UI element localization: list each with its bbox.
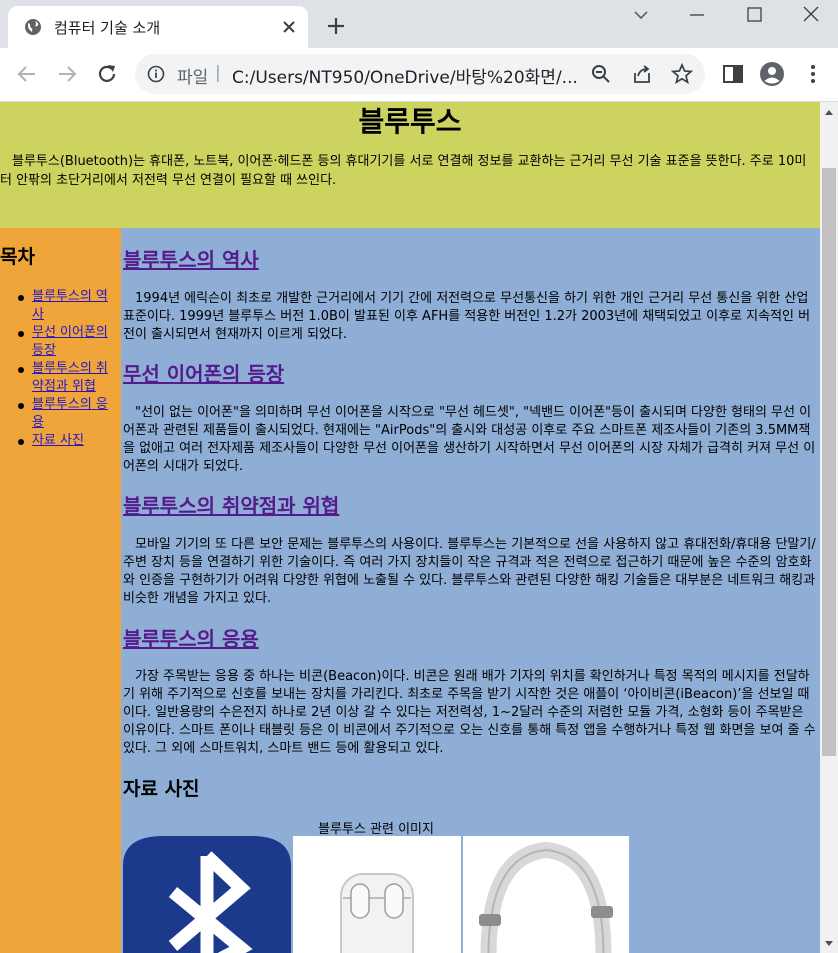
browser-toolbar: 파일 | C:/Users/NT950/OneDrive/바탕%20화면/... [0,48,838,102]
section-heading-earphones: 무선 이어폰의 등장 [123,362,285,386]
zoom-icon[interactable] [590,63,612,85]
scroll-down-arrow-icon[interactable] [820,935,838,953]
page-title: 블루투스 [358,105,462,138]
url-text[interactable]: C:/Users/NT950/OneDrive/바탕%20화면/... [232,63,577,88]
info-icon[interactable] [147,65,165,83]
main-content: 블루투스의 역사 1994년 에릭슨이 최초로 개발한 근거리에서 기기 간에 … [121,228,820,953]
toc-link-history[interactable]: 블루투스의 역사 [32,289,108,322]
profile-avatar-icon[interactable] [759,61,785,87]
toc-heading: 목차 [0,246,35,268]
headphones-icon [463,836,629,953]
page-header: 블루투스 블루투스(Bluetooth)는 휴대폰, 노트북, 이어폰·헤드폰 … [0,102,820,228]
tab-strip: 컴퓨터 기술 소개 [0,0,838,48]
close-tab-icon[interactable] [278,16,300,38]
toc-item: 블루투스의 응용 [14,396,119,432]
scheme-label: 파일 [177,68,209,88]
side-panel-icon[interactable] [720,61,746,87]
globe-icon [25,19,41,35]
vertical-scrollbar[interactable] [820,102,838,953]
section-body-history: 1994년 에릭슨이 최초로 개발한 근거리에서 기기 간에 저전력으로 무선통… [123,291,811,342]
gallery-caption: 블루투스 관련 이미지 [318,822,434,837]
minimize-icon[interactable] [682,4,712,26]
browser-tab[interactable]: 컴퓨터 기술 소개 [8,6,308,48]
page-viewport: 블루투스 블루투스(Bluetooth)는 휴대폰, 노트북, 이어폰·헤드폰 … [0,102,820,953]
airpods-image [293,836,461,953]
headphones-image [463,836,629,953]
airpods-case-icon [293,836,461,953]
tab-search-icon[interactable] [626,4,656,26]
section-heading-applications: 블루투스의 응용 [123,627,259,651]
section-heading-vulnerabilities: 블루투스의 취약점과 위협 [123,494,340,518]
toc-link-earphones[interactable]: 무선 이어폰의 등장 [32,325,108,358]
toc-link-applications[interactable]: 블루투스의 응용 [32,397,108,430]
bookmark-star-icon[interactable] [671,63,693,85]
maximize-icon[interactable] [739,4,769,26]
scheme-separator: | [215,63,221,83]
scroll-up-arrow-icon[interactable] [820,102,838,122]
window-close-icon[interactable] [796,4,826,26]
scrollbar-thumb[interactable] [822,168,836,756]
toc-list: 블루투스의 역사 무선 이어폰의 등장 블루투스의 취약점과 위협 블루투스의 … [14,288,119,450]
toc-item: 블루투스의 취약점과 위협 [14,360,119,396]
toc-sidebar: 목차 블루투스의 역사 무선 이어폰의 등장 블루투스의 취약점과 위협 블루투… [0,228,121,953]
section-heading-history: 블루투스의 역사 [123,248,259,272]
forward-icon[interactable] [54,61,80,87]
section-body-applications: 가장 주목받는 응용 중 하나는 비콘(Beacon)이다. 비콘은 원래 배가… [123,669,816,756]
bluetooth-logo-image [123,836,291,953]
intro-text: 블루투스(Bluetooth)는 휴대폰, 노트북, 이어폰·헤드폰 등의 휴대… [0,154,807,188]
back-icon[interactable] [14,61,40,87]
reload-icon[interactable] [94,61,120,87]
menu-kebab-icon[interactable] [800,61,826,87]
toc-item: 블루투스의 역사 [14,288,119,324]
toc-item: 무선 이어폰의 등장 [14,324,119,360]
gallery-heading: 자료 사진 [123,778,200,800]
section-body-earphones: "선이 없는 이어폰"을 의미하며 무선 이어폰을 시작으로 "무선 헤드셋",… [123,405,816,474]
tab-title: 컴퓨터 기술 소개 [54,19,161,37]
address-bar[interactable]: 파일 | C:/Users/NT950/OneDrive/바탕%20화면/... [135,54,705,94]
new-tab-icon[interactable] [324,14,348,38]
share-icon[interactable] [631,63,653,85]
bluetooth-logo-icon [123,836,291,953]
toc-link-photos[interactable]: 자료 사진 [32,433,84,448]
toc-item: 자료 사진 [14,432,119,450]
toc-link-vulnerabilities[interactable]: 블루투스의 취약점과 위협 [32,361,108,394]
section-body-vulnerabilities: 모바일 기기의 또 다른 보안 문제는 블루투스의 사용이다. 블루투스는 기본… [123,537,816,606]
